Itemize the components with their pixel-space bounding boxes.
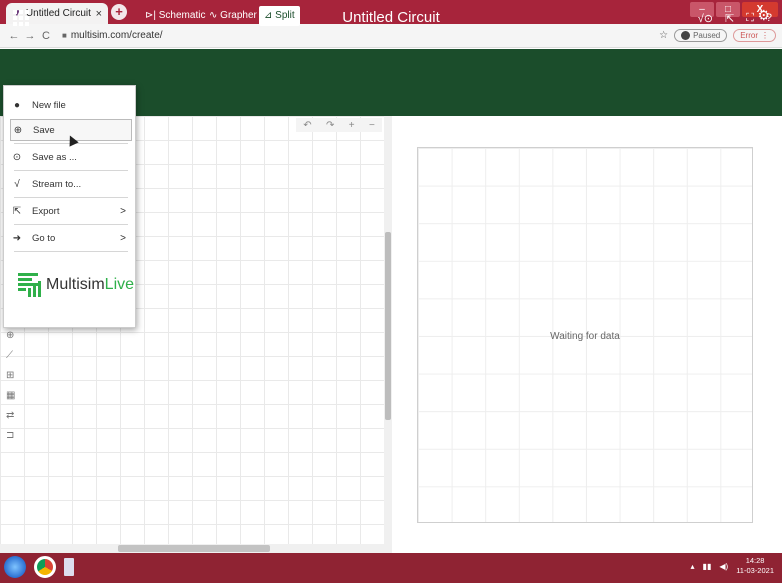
logo-text: MultisimLive bbox=[46, 276, 134, 294]
menu-item-label: Save bbox=[33, 124, 55, 136]
network-icon[interactable]: ▮▮ bbox=[703, 562, 712, 571]
gate-icon[interactable]: ⊐ bbox=[6, 430, 22, 441]
probe-icon[interactable]: ⊕ bbox=[6, 330, 22, 341]
split-icon: ⊿ bbox=[264, 10, 273, 21]
ic-icon[interactable]: ▦ bbox=[6, 390, 22, 401]
grapher-status: Waiting for data bbox=[550, 331, 620, 342]
menu-divider bbox=[14, 224, 128, 225]
redo-icon[interactable]: ↷ bbox=[326, 120, 334, 131]
schematic-controls: ↶ ↷ + − bbox=[296, 118, 382, 132]
menu-item-save-as[interactable]: ⊙ Save as ... bbox=[10, 146, 132, 168]
component-toolbar: ⊕ ⟋ ⊞ ▦ ⇄ ⊐ bbox=[6, 330, 22, 441]
os-taskbar bbox=[0, 553, 782, 583]
new-file-icon: ● bbox=[13, 99, 21, 111]
logo-text-accent: Live bbox=[104, 276, 135, 293]
goto-icon: ➜ bbox=[12, 232, 22, 244]
clock-time: 14:28 bbox=[745, 556, 765, 565]
chevron-right-icon: > bbox=[120, 232, 126, 244]
system-tray: ▴ ▮▮ ◀) 14:28 11-03-2021 bbox=[691, 556, 774, 576]
menu-item-go-to[interactable]: ➜ Go to > bbox=[10, 227, 132, 249]
save-icon: ⊕ bbox=[13, 124, 23, 136]
menu-item-label: Stream to... bbox=[32, 178, 82, 190]
schematic-icon: ⊳| bbox=[145, 10, 156, 21]
multisim-live-logo: MultisimLive bbox=[18, 273, 134, 297]
menu-item-label: Save as ... bbox=[32, 151, 77, 163]
menu-divider bbox=[14, 197, 128, 198]
clock[interactable]: 14:28 11-03-2021 bbox=[736, 556, 774, 576]
grapher-icon: ∿ bbox=[209, 10, 218, 21]
app-header bbox=[0, 49, 782, 85]
menu-item-label: Go to bbox=[32, 232, 56, 244]
start-icon[interactable] bbox=[4, 556, 26, 578]
logo-text-main: Multisim bbox=[46, 276, 105, 293]
menu-item-label: Export bbox=[32, 205, 60, 217]
switch-icon[interactable]: ⇄ bbox=[6, 410, 22, 421]
file-icon[interactable] bbox=[64, 558, 74, 576]
tab-split-label: Split bbox=[275, 10, 295, 21]
multisim-logo-icon bbox=[18, 273, 41, 297]
menu-divider bbox=[14, 170, 128, 171]
menu-item-export[interactable]: ⇱ Export > bbox=[10, 200, 132, 222]
tab-split[interactable]: ⊿ Split bbox=[259, 6, 300, 26]
menu-item-new-file[interactable]: ● New file bbox=[10, 94, 132, 116]
wire-icon[interactable]: ⟋ bbox=[6, 350, 22, 361]
save-as-icon: ⊙ bbox=[12, 151, 22, 163]
stream-icon: √ bbox=[14, 178, 20, 190]
stream-icon[interactable]: √⊙ bbox=[698, 12, 713, 25]
app-menu-grid-icon[interactable] bbox=[13, 10, 29, 26]
zoom-out-icon[interactable]: − bbox=[369, 120, 375, 131]
menu-divider bbox=[14, 251, 128, 252]
tab-schematic-label: Schematic bbox=[158, 10, 206, 21]
menu-item-stream-to[interactable]: √ Stream to... bbox=[10, 173, 132, 195]
export-icon: ⇱ bbox=[12, 205, 22, 217]
app-title: Untitled Circuit bbox=[342, 9, 440, 26]
clock-date: 11-03-2021 bbox=[736, 566, 774, 575]
taskbar-apps bbox=[4, 556, 74, 578]
chrome-icon[interactable] bbox=[34, 556, 56, 578]
gear-icon[interactable]: ⚙ bbox=[757, 7, 770, 24]
tab-schematic[interactable]: ⊳| Schematic bbox=[140, 6, 210, 26]
export-icon[interactable]: ⇱ bbox=[725, 12, 734, 25]
chevron-right-icon: > bbox=[120, 205, 126, 217]
vertical-scroll-thumb[interactable] bbox=[385, 232, 391, 420]
fullscreen-icon[interactable]: ⛶ bbox=[746, 12, 754, 25]
tab-grapher[interactable]: ∿ Grapher bbox=[204, 6, 262, 26]
zoom-in-icon[interactable]: + bbox=[349, 120, 355, 131]
file-menu: ● New file ⊕ Save ⊙ Save as ... √ Stream… bbox=[3, 85, 136, 328]
menu-item-label: New file bbox=[32, 99, 66, 111]
undo-icon[interactable]: ↶ bbox=[303, 120, 311, 131]
tab-grapher-label: Grapher bbox=[220, 10, 257, 21]
tray-chevron-icon[interactable]: ▴ bbox=[691, 562, 695, 571]
component-icon[interactable]: ⊞ bbox=[6, 370, 22, 381]
horizontal-scroll-thumb[interactable] bbox=[118, 545, 270, 552]
volume-icon[interactable]: ◀) bbox=[719, 562, 728, 571]
